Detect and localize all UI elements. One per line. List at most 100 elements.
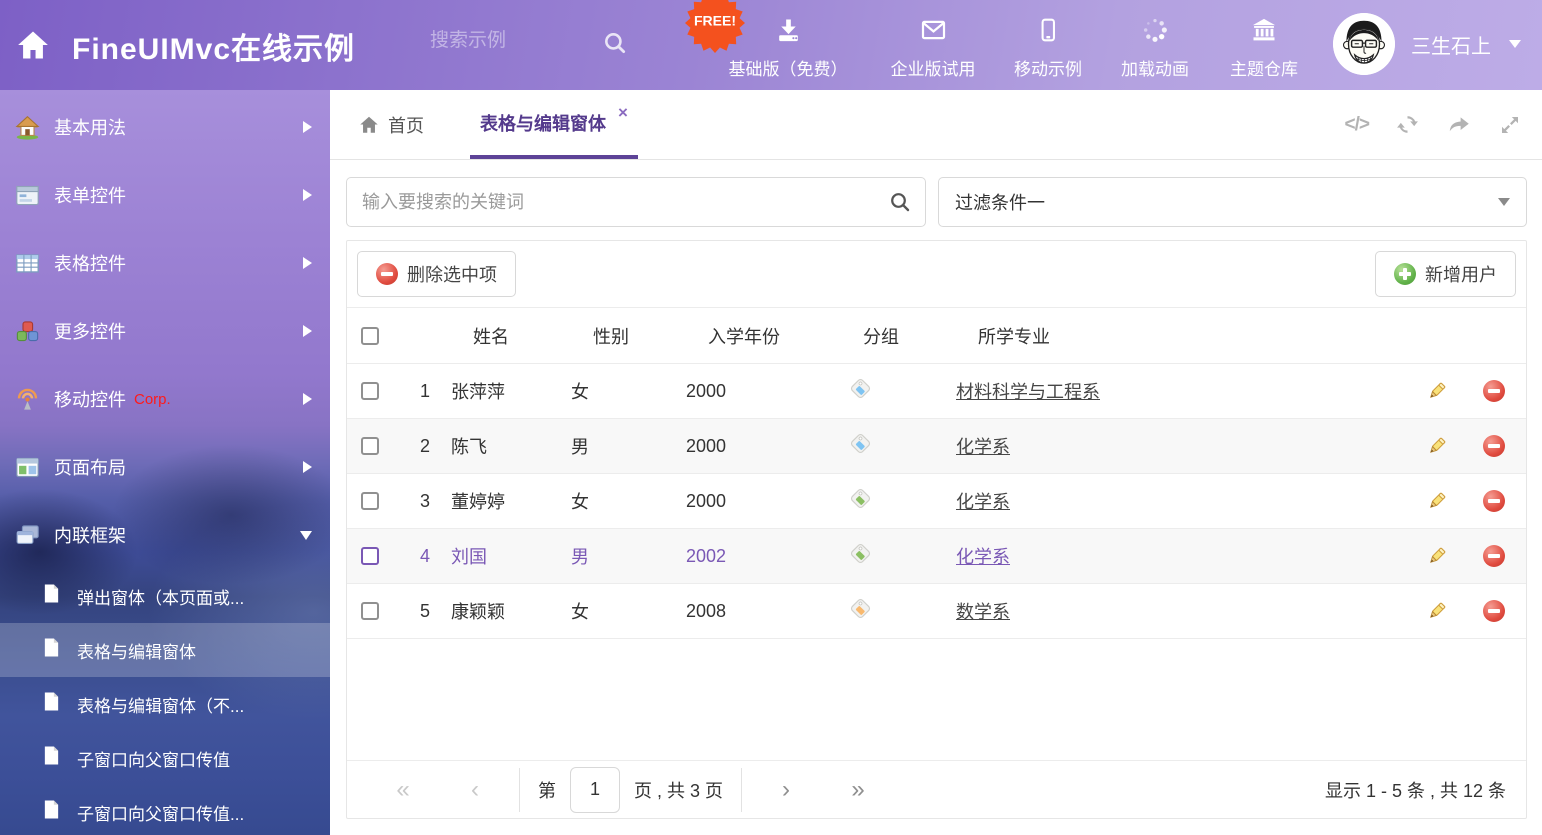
- sidebar-subitem-popup-window[interactable]: 弹出窗体（本页面或...: [0, 569, 330, 623]
- column-header-year[interactable]: 入学年份: [686, 323, 841, 349]
- table-row-selected[interactable]: 4 刘国 男 2002 化学系: [347, 529, 1526, 584]
- sidebar-subitem-label: 弹出窗体（本页面或...: [77, 584, 244, 609]
- table-row[interactable]: 5 康颖颖 女 2008 数学系: [347, 584, 1526, 639]
- nav-loading-animation[interactable]: 加载动画: [1121, 16, 1189, 80]
- bank-icon: [1248, 16, 1280, 49]
- delete-icon[interactable]: [1462, 490, 1526, 512]
- open-in-new-icon[interactable]: [1446, 112, 1472, 138]
- sidebar-item-iframe[interactable]: 内联框架: [0, 501, 330, 569]
- table-row[interactable]: 1 张萍萍 女 2000 材料科学与工程系: [347, 364, 1526, 419]
- keyword-search-input[interactable]: [346, 177, 926, 227]
- close-icon[interactable]: ×: [618, 103, 628, 123]
- prev-page-button[interactable]: ‹: [439, 778, 511, 802]
- sidebar-item-grid-controls[interactable]: 表格控件: [0, 229, 330, 297]
- sidebar-subitem-child-to-parent-2[interactable]: 子窗口向父窗口传值...: [0, 785, 330, 835]
- delete-selected-button[interactable]: 删除选中项: [357, 251, 516, 297]
- last-page-button[interactable]: »: [822, 778, 894, 802]
- nav-label: 基础版（免费）: [729, 55, 848, 80]
- column-header-name[interactable]: 姓名: [451, 323, 571, 349]
- nav-label: 主题仓库: [1230, 55, 1298, 80]
- sidebar-item-form-controls[interactable]: 表单控件: [0, 161, 330, 229]
- row-checkbox[interactable]: [361, 492, 379, 510]
- sidebar-item-label: 表单控件: [54, 182, 126, 208]
- search-icon[interactable]: [602, 30, 628, 61]
- table-header-row: 姓名 性别 入学年份 分组 所学专业: [347, 308, 1526, 364]
- app-window: FineUIMvc在线示例 FREE! 基础版（免费） 企业版试用: [0, 0, 1542, 835]
- nav-theme-store[interactable]: 主题仓库: [1230, 16, 1298, 80]
- user-menu[interactable]: 三生石上: [1333, 13, 1521, 75]
- header-search-input[interactable]: [430, 30, 590, 52]
- sidebar-submenu: 弹出窗体（本页面或... 表格与编辑窗体 表格与编辑窗体（不... 子窗口向父窗…: [0, 569, 330, 835]
- tab-label: 表格与编辑窗体: [480, 110, 606, 136]
- edit-icon[interactable]: [1410, 601, 1462, 622]
- major-link[interactable]: 化学系: [956, 437, 1010, 457]
- sidebar-subitem-label: 子窗口向父窗口传值...: [77, 800, 244, 825]
- tag-icon: [849, 432, 872, 460]
- cell-year: 2008: [686, 601, 841, 622]
- home-icon: [358, 114, 380, 136]
- column-header-gender[interactable]: 性别: [571, 323, 686, 349]
- major-link[interactable]: 材料科学与工程系: [956, 382, 1100, 402]
- sidebar-item-more-controls[interactable]: 更多控件: [0, 297, 330, 365]
- major-link[interactable]: 化学系: [956, 492, 1010, 512]
- chevron-down-icon: [1509, 40, 1521, 48]
- first-page-button[interactable]: «: [367, 778, 439, 802]
- home-icon[interactable]: [16, 28, 50, 67]
- cell-name: 张萍萍: [451, 378, 571, 404]
- chevron-down-icon: [1498, 198, 1510, 206]
- delete-icon[interactable]: [1462, 545, 1526, 567]
- tab-home[interactable]: 首页: [346, 90, 436, 159]
- nav-enterprise-trial[interactable]: 企业版试用: [891, 16, 976, 80]
- sidebar: 基本用法 表单控件 表格控件 更多: [0, 90, 330, 835]
- sidebar-item-mobile-controls[interactable]: 移动控件 Corp.: [0, 365, 330, 433]
- table-row[interactable]: 3 董婷婷 女 2000 化学系: [347, 474, 1526, 529]
- page-prefix-label: 第: [538, 777, 556, 803]
- row-number: 3: [399, 491, 451, 512]
- top-header: FineUIMvc在线示例 FREE! 基础版（免费） 企业版试用: [0, 0, 1542, 90]
- sidebar-subitem-grid-edit-window[interactable]: 表格与编辑窗体: [0, 623, 330, 677]
- tab-bar: 首页 表格与编辑窗体 × </>: [330, 90, 1542, 160]
- delete-icon[interactable]: [1462, 600, 1526, 622]
- sidebar-item-basic-usage[interactable]: 基本用法: [0, 93, 330, 161]
- chevron-right-icon: [303, 189, 312, 201]
- refresh-icon[interactable]: [1395, 112, 1420, 137]
- column-header-group[interactable]: 分组: [841, 323, 956, 349]
- plus-icon: [1394, 263, 1416, 285]
- table-row[interactable]: 2 陈飞 男 2000 化学系: [347, 419, 1526, 474]
- sidebar-item-page-layout[interactable]: 页面布局: [0, 433, 330, 501]
- delete-icon[interactable]: [1462, 435, 1526, 457]
- next-page-button[interactable]: ›: [750, 778, 822, 802]
- main-area: 首页 表格与编辑窗体 × </>: [330, 90, 1542, 835]
- major-link[interactable]: 化学系: [956, 547, 1010, 567]
- delete-icon[interactable]: [1462, 380, 1526, 402]
- select-all-checkbox[interactable]: [361, 327, 379, 345]
- edit-icon[interactable]: [1410, 491, 1462, 512]
- fullscreen-icon[interactable]: [1498, 113, 1522, 137]
- cell-gender: 女: [571, 488, 686, 514]
- tag-icon: [849, 597, 872, 625]
- edit-icon[interactable]: [1410, 381, 1462, 402]
- search-icon[interactable]: [888, 190, 912, 219]
- row-checkbox[interactable]: [361, 602, 379, 620]
- cell-gender: 女: [571, 378, 686, 404]
- major-link[interactable]: 数学系: [956, 602, 1010, 622]
- column-header-major[interactable]: 所学专业: [956, 323, 1410, 349]
- edit-icon[interactable]: [1410, 436, 1462, 457]
- nav-basic-edition[interactable]: 基础版（免费）: [729, 16, 848, 80]
- row-checkbox[interactable]: [361, 382, 379, 400]
- sidebar-subitem-grid-edit-window-2[interactable]: 表格与编辑窗体（不...: [0, 677, 330, 731]
- edit-icon[interactable]: [1410, 546, 1462, 567]
- page-number-input[interactable]: [570, 767, 620, 813]
- row-number: 4: [399, 546, 451, 567]
- add-user-button[interactable]: 新增用户: [1375, 251, 1516, 297]
- row-checkbox[interactable]: [361, 437, 379, 455]
- sidebar-subitem-label: 表格与编辑窗体: [77, 638, 196, 663]
- house-icon: [14, 114, 42, 141]
- phone-icon: [1035, 16, 1061, 49]
- row-checkbox[interactable]: [361, 547, 379, 565]
- source-code-icon[interactable]: </>: [1345, 114, 1369, 136]
- filter-dropdown[interactable]: 过滤条件一: [938, 177, 1527, 227]
- nav-mobile-demo[interactable]: 移动示例: [1014, 16, 1082, 80]
- tab-grid-edit-window[interactable]: 表格与编辑窗体 ×: [470, 90, 638, 159]
- sidebar-subitem-child-to-parent[interactable]: 子窗口向父窗口传值: [0, 731, 330, 785]
